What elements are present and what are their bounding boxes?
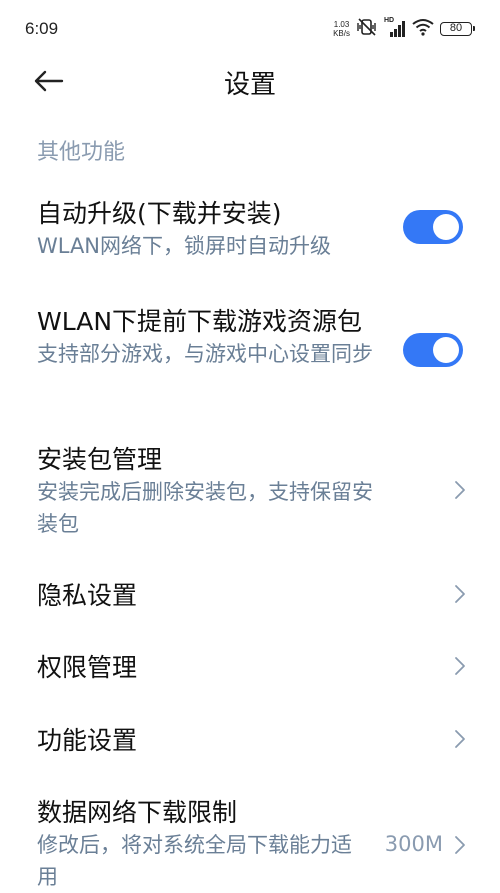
auto-upgrade-toggle[interactable] [403,210,463,244]
row-title: 数据网络下载限制 [37,798,238,827]
title-bar: 设置 [0,56,500,106]
download-limit-value: 300M [384,832,443,856]
row-title: WLAN下提前下载游戏资源包 [37,307,363,336]
row-title: 自动升级(下载并安装) [37,199,282,228]
status-bar: 6:09 1.03 KB/s HD 80 [0,0,500,56]
status-icons: 1.03 KB/s HD 80 [333,17,475,40]
battery-indicator: 80 [440,22,475,36]
chevron-right-icon [455,836,465,854]
install-package-management-row[interactable]: 安装包管理 安装完成后删除安装包，支持保留安装包 [0,434,500,544]
permission-management-row[interactable]: 权限管理 [0,638,500,696]
row-description: 支持部分游戏，与游戏中心设置同步 [37,342,373,366]
page-title: 设置 [223,70,276,100]
chevron-right-icon [455,730,465,748]
row-title: 隐私设置 [37,581,138,610]
chevron-right-icon [455,657,465,675]
wlan-preload-toggle[interactable] [403,333,463,367]
row-description: 安装完成后删除安装包，支持保留安装包 [37,480,373,536]
row-title: 权限管理 [37,653,138,682]
section-header: 其他功能 [37,140,126,165]
toggle-knob [433,337,459,363]
wifi-icon [412,18,434,40]
toggle-knob [433,214,459,240]
signal-icon: HD [384,17,406,38]
chevron-right-icon [455,585,465,603]
feature-settings-row[interactable]: 功能设置 [0,711,500,769]
network-speed-value: 1.03 [333,20,350,29]
vibrate-off-icon [356,18,378,40]
network-speed: 1.03 KB/s [333,20,350,38]
chevron-right-icon [455,481,465,499]
privacy-settings-row[interactable]: 隐私设置 [0,566,500,624]
auto-upgrade-row[interactable]: 自动升级(下载并安装) WLAN网络下，锁屏时自动升级 [0,188,500,278]
wlan-preload-row[interactable]: WLAN下提前下载游戏资源包 支持部分游戏，与游戏中心设置同步 [0,296,500,406]
row-title: 功能设置 [37,726,138,755]
network-speed-unit: KB/s [333,29,350,38]
status-time: 6:09 [25,19,59,38]
row-title: 安装包管理 [37,445,163,474]
mobile-data-download-limit-row[interactable]: 数据网络下载限制 修改后，将对系统全局下载能力适用 300M [0,787,500,889]
row-description: WLAN网络下，锁屏时自动升级 [37,234,332,258]
row-description: 修改后，将对系统全局下载能力适用 [37,833,352,889]
